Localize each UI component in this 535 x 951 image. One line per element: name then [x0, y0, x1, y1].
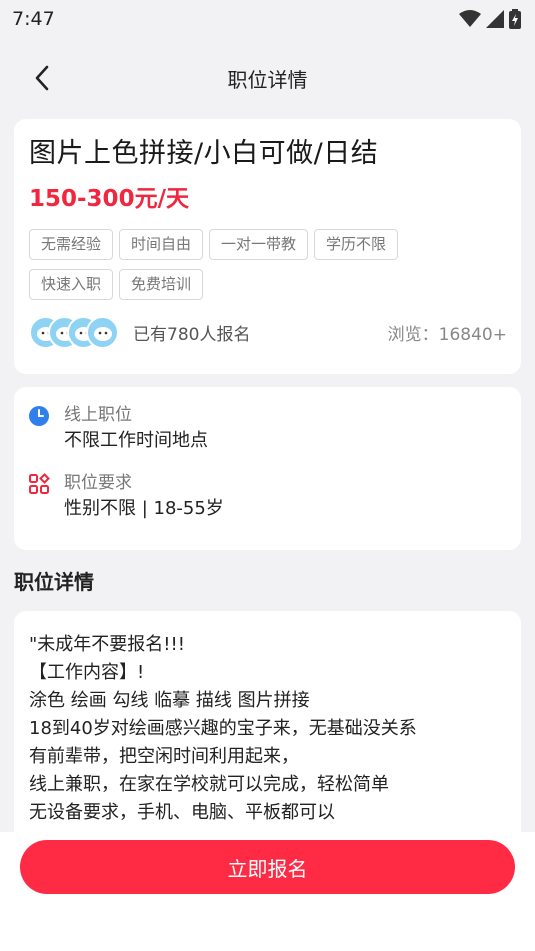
detail-line: 有前辈带，把空闲时间利用起来，	[29, 746, 299, 767]
job-title: 图片上色拼接/小白可做/日结	[29, 138, 379, 169]
avatar-stack	[29, 315, 119, 349]
signup-row: 已有780人报名 浏览：16840+	[29, 314, 507, 350]
signal-icon	[486, 10, 504, 28]
wifi-icon	[459, 10, 481, 27]
status-bar: 7:47	[0, 0, 535, 38]
info-label: 线上职位	[64, 405, 132, 425]
chevron-left-icon	[35, 65, 49, 91]
tag: 快速入职	[29, 269, 114, 300]
detail-section-title: 职位详情	[14, 570, 94, 594]
detail-line: "未成年不要报名!!!	[29, 634, 185, 655]
clock-icon	[29, 406, 49, 426]
detail-line: 【工作内容】!	[29, 662, 145, 683]
avatar	[86, 316, 119, 349]
bottom-action-bar: 立即报名	[0, 832, 535, 951]
signup-button[interactable]: 立即报名	[20, 840, 515, 894]
detail-line: 涂色 绘画 勾线 临摹 描线 图片拼接	[29, 690, 310, 711]
grid-icon	[29, 473, 50, 494]
nav-bar: 职位详情	[0, 50, 535, 106]
job-info-card: 线上职位 不限工作时间地点 职位要求 性别不限 | 18-55岁	[14, 387, 521, 550]
page-title: 职位详情	[227, 67, 308, 92]
back-button[interactable]	[24, 60, 60, 96]
info-row-online: 线上职位 不限工作时间地点	[28, 403, 507, 455]
signup-count: 已有780人报名	[133, 324, 251, 345]
battery-icon	[509, 9, 521, 29]
detail-line: 线上兼职，在家在学校就可以完成，轻松简单	[29, 774, 389, 795]
salary: 150-300元/天	[29, 186, 189, 212]
status-icons	[459, 9, 521, 29]
detail-line: 无设备要求，手机、电脑、平板都可以	[29, 802, 335, 823]
status-time: 7:47	[12, 8, 55, 30]
tag-list: 无需经验 时间自由 一对一带教 学历不限 快速入职 免费培训	[29, 229, 469, 300]
tag: 一对一带教	[209, 229, 309, 260]
info-value: 性别不限 | 18-55岁	[64, 498, 224, 519]
tag: 时间自由	[119, 229, 204, 260]
job-summary-card: 图片上色拼接/小白可做/日结 150-300元/天 无需经验 时间自由 一对一带…	[14, 119, 521, 374]
tag: 免费培训	[119, 269, 204, 300]
info-row-requirements: 职位要求 性别不限 | 18-55岁	[28, 471, 507, 523]
info-value: 不限工作时间地点	[64, 430, 208, 451]
detail-line: 18到40岁对绘画感兴趣的宝子来，无基础没关系	[29, 718, 417, 739]
tag: 学历不限	[314, 229, 399, 260]
info-label: 职位要求	[64, 473, 132, 493]
tag: 无需经验	[29, 229, 114, 260]
view-count: 浏览：16840+	[387, 324, 507, 345]
